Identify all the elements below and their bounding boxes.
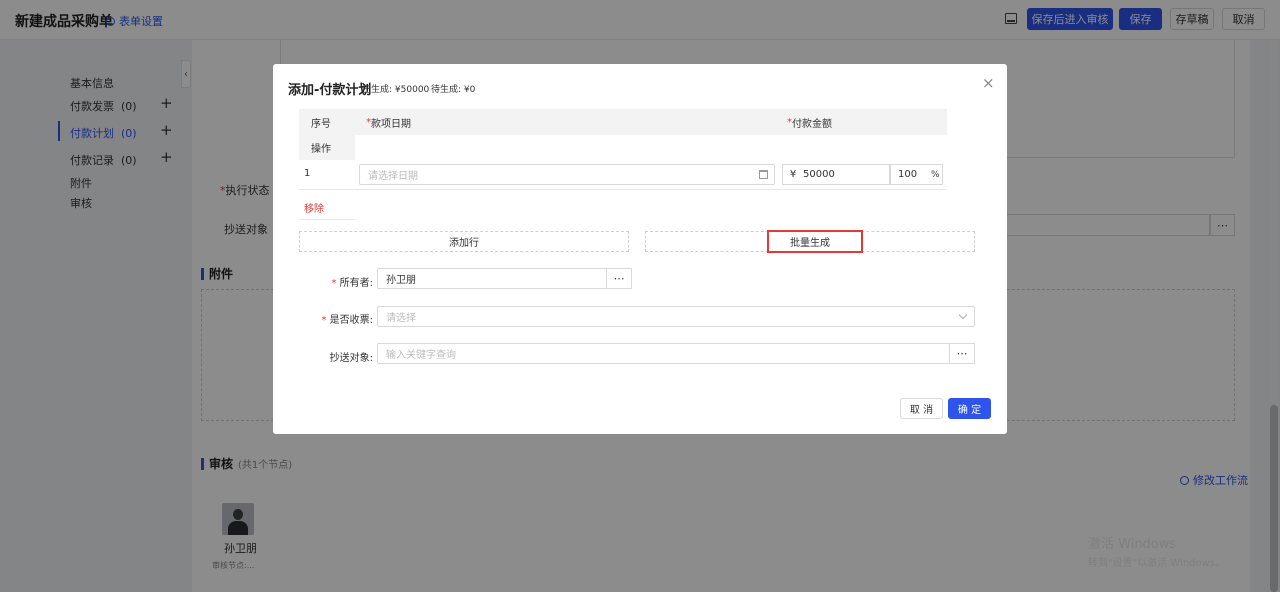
invoice-placeholder: 请选择 <box>386 313 416 324</box>
date-placeholder: 请选择日期 <box>368 171 418 182</box>
chevron-down-icon <box>958 310 968 320</box>
dialog-confirm-button[interactable]: 确 定 <box>948 398 991 419</box>
close-icon[interactable]: × <box>982 74 995 92</box>
add-row-button[interactable]: 添加行 <box>299 231 629 252</box>
windows-activation-watermark: 激活 Windows 转到"设置"以激活 Windows。 <box>1088 537 1226 569</box>
column-header-amount: * 付款金额 <box>777 109 947 135</box>
dialog-cancel-button[interactable]: 取 消 <box>900 398 943 419</box>
owner-picker-button[interactable]: ⋯ <box>606 268 632 289</box>
dialog-cc-input[interactable]: 输入关键字查询 <box>377 343 950 364</box>
payment-date-input[interactable]: 请选择日期 <box>359 164 775 185</box>
pending-summary: 待生成: ¥0 <box>431 85 476 95</box>
remove-row-button[interactable]: 移除 <box>304 200 324 215</box>
row-divider <box>299 219 355 220</box>
dialog-title: 添加-付款计划 <box>288 83 372 98</box>
row-index: 1 <box>304 168 311 179</box>
invoice-select[interactable]: 请选择 <box>377 306 975 327</box>
column-header-date: * 款项日期 <box>355 109 777 135</box>
column-header-action: 操作 <box>299 135 355 160</box>
row-divider <box>299 189 947 190</box>
owner-input[interactable]: 孙卫朋 <box>377 268 607 289</box>
invoice-label: * 是否收票: <box>321 315 373 326</box>
dialog-cc-label: 抄送对象: <box>329 353 373 364</box>
highlight-box <box>767 230 863 253</box>
currency-symbol: ¥ <box>789 169 797 180</box>
calendar-icon[interactable] <box>759 170 768 179</box>
payment-amount-input[interactable]: ¥ 50000 <box>782 164 890 185</box>
generated-summary: 已生成: ¥50000 <box>362 85 430 95</box>
dialog-cc-picker-button[interactable]: ⋯ <box>949 343 975 364</box>
payment-plan-dialog: 添加-付款计划 已生成: ¥50000 待生成: ¥0 × 序号 * 款项日期 *… <box>273 64 1007 434</box>
column-header-index: 序号 <box>299 109 355 135</box>
payment-percent-value: 100 <box>898 169 918 180</box>
payment-amount-value: 50000 <box>803 169 835 180</box>
owner-label: * 所有者: <box>331 278 373 289</box>
percent-symbol: % <box>931 170 940 180</box>
